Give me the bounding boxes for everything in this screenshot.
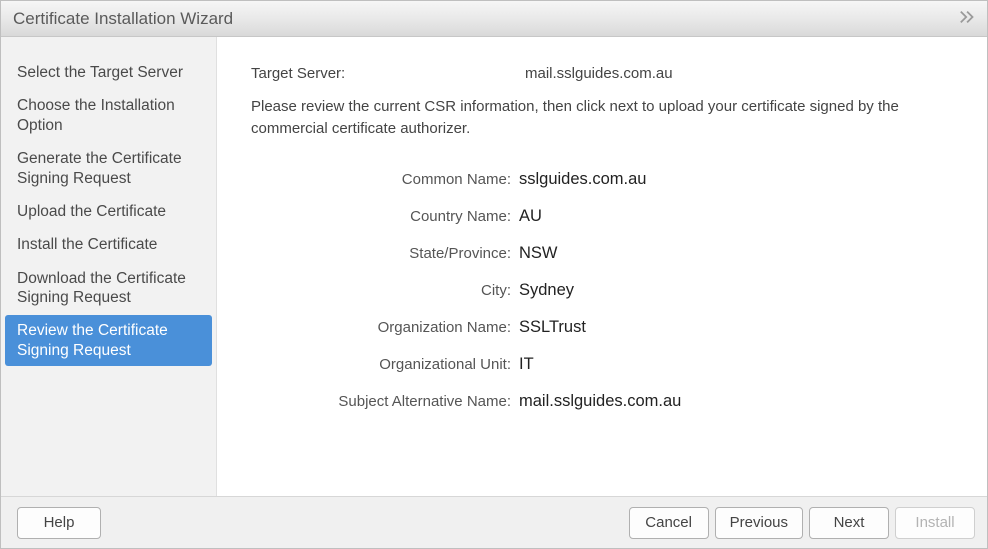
step-label: Upload the Certificate <box>17 203 166 220</box>
next-button[interactable]: Next <box>809 507 889 539</box>
field-organization-name: Organization Name: SSLTrust <box>251 318 951 337</box>
field-value: sslguides.com.au <box>519 170 951 189</box>
field-label: Organizational Unit: <box>251 356 519 373</box>
target-server-label: Target Server: <box>251 65 525 82</box>
field-country-name: Country Name: AU <box>251 207 951 226</box>
titlebar: Certificate Installation Wizard <box>1 1 987 37</box>
sidebar: Select the Target Server Choose the Inst… <box>1 37 217 496</box>
field-city: City: Sydney <box>251 281 951 300</box>
field-label: Country Name: <box>251 208 519 225</box>
previous-button[interactable]: Previous <box>715 507 803 539</box>
field-value: SSLTrust <box>519 318 951 337</box>
field-state-province: State/Province: NSW <box>251 244 951 263</box>
target-server-value: mail.sslguides.com.au <box>525 65 951 82</box>
field-label: State/Province: <box>251 245 519 262</box>
step-review-csr[interactable]: Review the Certificate Signing Request <box>5 315 212 366</box>
wizard-window: Certificate Installation Wizard Select t… <box>0 0 988 549</box>
step-label: Choose the Installation Option <box>17 97 175 133</box>
window-title: Certificate Installation Wizard <box>13 9 233 29</box>
target-server-row: Target Server: mail.sslguides.com.au <box>251 65 951 82</box>
field-organizational-unit: Organizational Unit: IT <box>251 355 951 374</box>
field-label: Subject Alternative Name: <box>251 393 519 410</box>
step-download-csr[interactable]: Download the Certificate Signing Request <box>1 263 216 314</box>
step-generate-csr[interactable]: Generate the Certificate Signing Request <box>1 143 216 194</box>
field-value: NSW <box>519 244 951 263</box>
step-label: Select the Target Server <box>17 64 183 81</box>
install-button: Install <box>895 507 975 539</box>
cancel-button[interactable]: Cancel <box>629 507 709 539</box>
step-label: Download the Certificate Signing Request <box>17 270 186 306</box>
step-label: Review the Certificate Signing Request <box>17 322 168 358</box>
wizard-body: Select the Target Server Choose the Inst… <box>1 37 987 496</box>
instruction-text: Please review the current CSR informatio… <box>251 96 951 140</box>
field-value: AU <box>519 207 951 226</box>
field-common-name: Common Name: sslguides.com.au <box>251 170 951 189</box>
step-label: Install the Certificate <box>17 236 157 253</box>
field-value: Sydney <box>519 281 951 300</box>
field-subject-alternative-name: Subject Alternative Name: mail.sslguides… <box>251 392 951 411</box>
field-label: City: <box>251 282 519 299</box>
help-button[interactable]: Help <box>17 507 101 539</box>
field-label: Organization Name: <box>251 319 519 336</box>
step-choose-installation-option[interactable]: Choose the Installation Option <box>1 90 216 141</box>
field-value: mail.sslguides.com.au <box>519 392 951 411</box>
footer: Help Cancel Previous Next Install <box>1 496 987 548</box>
field-value: IT <box>519 355 951 374</box>
step-select-target-server[interactable]: Select the Target Server <box>1 57 216 88</box>
field-label: Common Name: <box>251 171 519 188</box>
step-label: Generate the Certificate Signing Request <box>17 150 182 186</box>
step-install-certificate[interactable]: Install the Certificate <box>1 229 216 260</box>
expand-icon[interactable] <box>959 9 977 29</box>
content-panel: Target Server: mail.sslguides.com.au Ple… <box>217 37 987 496</box>
step-upload-certificate[interactable]: Upload the Certificate <box>1 196 216 227</box>
